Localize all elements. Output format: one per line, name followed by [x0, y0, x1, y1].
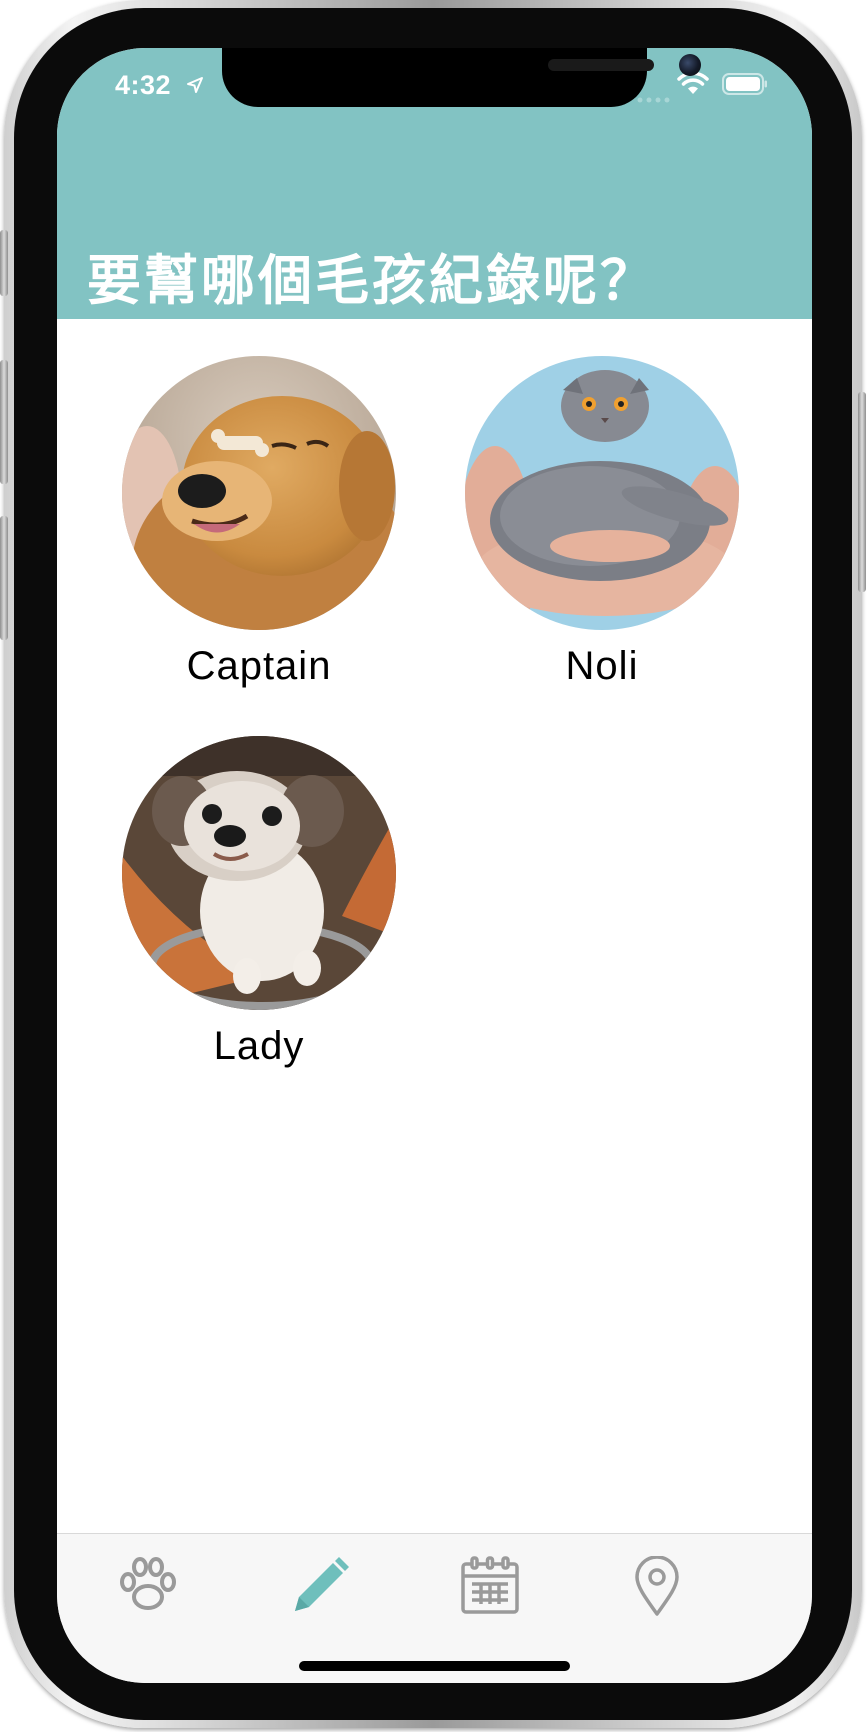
tab-pets[interactable]	[108, 1548, 188, 1628]
earpiece-speaker	[548, 59, 654, 71]
front-camera	[679, 54, 701, 76]
pet-name-label: Noli	[565, 644, 639, 688]
pet-name-label: Lady	[213, 1024, 305, 1068]
status-time: 4:32	[115, 70, 172, 100]
battery-icon	[722, 73, 768, 100]
golden-retriever-photo	[122, 356, 396, 630]
tab-map[interactable]	[617, 1548, 697, 1628]
mute-switch	[0, 230, 8, 296]
paw-icon	[117, 1556, 179, 1620]
pet-card-noli[interactable]: Noli	[462, 356, 742, 689]
screenshot-stage: 4:32 要幫哪個毛孩紀錄呢？ Captain Noli Lady	[0, 0, 867, 1732]
tab-record[interactable]	[280, 1548, 360, 1628]
calendar-icon	[460, 1555, 520, 1621]
device-notch	[222, 48, 701, 107]
gray-scottish-fold-cat-photo	[465, 356, 739, 630]
home-indicator[interactable]	[299, 1661, 570, 1671]
volume-down-button	[0, 516, 8, 640]
tab-calendar[interactable]	[450, 1548, 530, 1628]
pet-card-captain[interactable]: Captain	[119, 356, 399, 689]
cellular-signal-icon	[637, 90, 671, 108]
power-button	[858, 392, 866, 592]
pet-name-label: Captain	[186, 644, 332, 688]
wifi-icon	[677, 71, 709, 101]
map-pin-icon	[634, 1554, 680, 1621]
pet-card-lady[interactable]: Lady	[119, 736, 399, 1069]
pencil-icon	[289, 1555, 351, 1622]
volume-up-button	[0, 360, 8, 484]
page-title: 要幫哪個毛孩紀錄呢？	[87, 251, 657, 311]
app-screen: 4:32 要幫哪個毛孩紀錄呢？ Captain Noli Lady	[57, 48, 812, 1683]
location-arrow-icon	[186, 76, 204, 99]
shih-tzu-dog-photo	[122, 736, 396, 1010]
